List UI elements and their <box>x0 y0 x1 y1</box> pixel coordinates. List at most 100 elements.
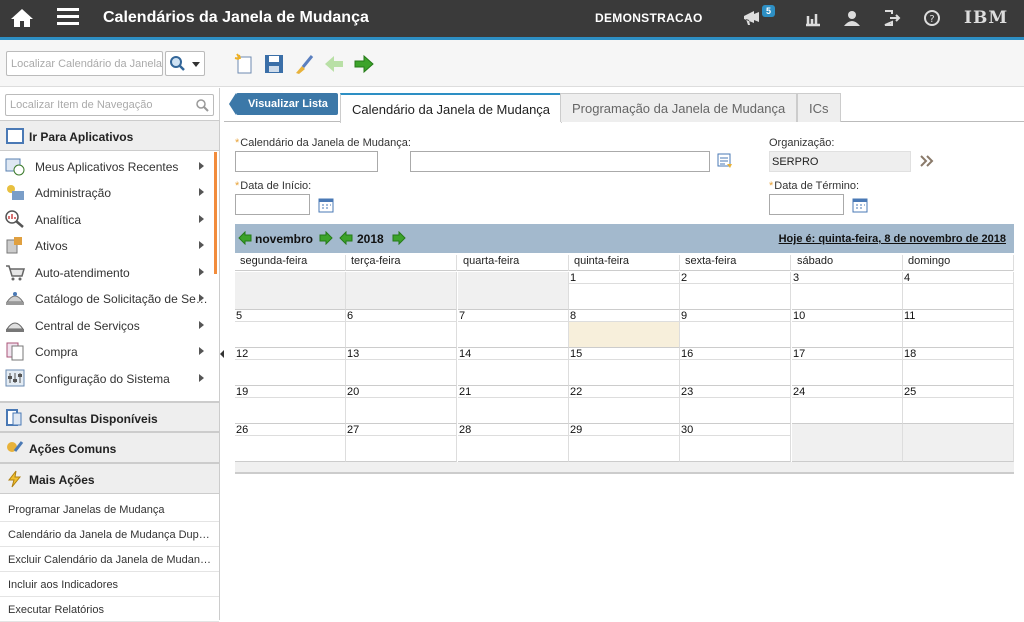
next-year-icon[interactable] <box>392 231 406 245</box>
calendar-icon[interactable] <box>318 197 334 213</box>
action-delete-calendar[interactable]: Excluir Calendário da Janela de Mudan… <box>0 547 219 572</box>
weekday-header: segunda-feira terça-feira quarta-feira quin… <box>235 254 1014 271</box>
announcements-icon[interactable] <box>742 8 762 28</box>
notification-badge[interactable]: 5 <box>762 5 776 17</box>
nav-item-administration[interactable]: Administração <box>0 179 212 205</box>
calendar-icon[interactable] <box>852 197 868 213</box>
tab-calendar[interactable]: Calendário da Janela de Mudança <box>340 93 563 123</box>
calendar-day-cell[interactable]: 26 <box>235 424 346 462</box>
calendar-day-cell[interactable]: 27 <box>346 424 457 462</box>
calendar-day-cell[interactable]: 6 <box>346 310 457 348</box>
calendar-day-cell[interactable]: 15 <box>569 348 680 386</box>
action-add-to-indicators[interactable]: Incluir aos Indicadores <box>0 572 219 597</box>
calendar-day-cell[interactable]: 1 <box>569 272 680 310</box>
calendar-day-cell[interactable]: 7 <box>458 310 569 348</box>
goto-apps-header[interactable]: Ir Para Aplicativos <box>0 120 219 151</box>
day-number: 22 <box>569 386 679 398</box>
find-calendar-input[interactable]: Localizar Calendário da Janela <box>6 51 163 76</box>
calendar-day-cell[interactable]: 21 <box>458 386 569 424</box>
available-queries-header[interactable]: Consultas Disponíveis <box>0 401 219 432</box>
tab-schedule[interactable]: Programação da Janela de Mudança <box>560 93 798 122</box>
chevron-right-icon <box>199 215 204 223</box>
nav-item-analytics[interactable]: Analítica <box>0 206 212 232</box>
day-number: 8 <box>569 310 679 322</box>
logout-icon[interactable] <box>882 8 902 28</box>
common-actions-header[interactable]: Ações Comuns <box>0 432 219 463</box>
calendar-day-cell[interactable]: 10 <box>792 310 903 348</box>
day-number: 27 <box>346 424 456 436</box>
long-description-icon[interactable] <box>716 152 734 170</box>
calendar-id-input[interactable] <box>235 151 378 172</box>
calendar-day-cell[interactable]: 24 <box>792 386 903 424</box>
new-record-icon[interactable] <box>233 53 255 75</box>
save-icon[interactable] <box>263 53 285 75</box>
view-list-button[interactable]: Visualizar Lista <box>229 93 338 115</box>
day-number: 16 <box>680 348 790 360</box>
user-name[interactable]: DEMONSTRACAO <box>595 11 703 25</box>
calendar-day-cell[interactable]: 30 <box>680 424 791 462</box>
chevron-down-icon[interactable] <box>192 62 200 67</box>
calendar-day-cell[interactable]: 20 <box>346 386 457 424</box>
lightning-icon <box>5 470 25 488</box>
calendar-day-cell[interactable]: 11 <box>903 310 1014 348</box>
required-icon: * <box>235 180 240 192</box>
start-date-input[interactable] <box>235 194 310 215</box>
sidebar-scrollbar[interactable] <box>214 152 217 274</box>
nav-item-catalog[interactable]: Catálogo de Solicitação de Se… <box>0 285 212 311</box>
next-month-icon[interactable] <box>319 231 333 245</box>
menu-icon[interactable] <box>57 8 79 26</box>
required-icon: * <box>769 180 774 192</box>
calendar-day-cell[interactable]: 18 <box>903 348 1014 386</box>
clear-changes-icon[interactable] <box>293 53 315 75</box>
calendar-day-cell[interactable]: 9 <box>680 310 791 348</box>
chevron-right-icon <box>199 268 204 276</box>
end-date-input[interactable] <box>769 194 844 215</box>
main-content: Visualizar Lista Calendário da Janela de… <box>224 88 1024 620</box>
nav-item-recent-apps[interactable]: Meus Aplicativos Recentes <box>0 153 212 179</box>
calendar-day-cell[interactable]: 12 <box>235 348 346 386</box>
calendar-day-cell[interactable]: 2 <box>680 272 791 310</box>
action-schedule-windows[interactable]: Programar Janelas de Mudança <box>0 497 219 522</box>
profile-icon[interactable] <box>842 8 862 28</box>
calendar-day-cell[interactable]: 13 <box>346 348 457 386</box>
nav-item-label: Compra <box>35 345 78 359</box>
nav-item-system-config[interactable]: Configuração do Sistema <box>0 365 212 391</box>
nav-item-purchase[interactable]: Compra <box>0 338 212 364</box>
action-duplicate-calendar[interactable]: Calendário da Janela de Mudança Dup… <box>0 522 219 547</box>
calendar-day-cell[interactable]: 23 <box>680 386 791 424</box>
nav-item-assets[interactable]: Ativos <box>0 232 212 258</box>
chevron-right-icon <box>199 294 204 302</box>
calendar-day-cell[interactable]: 19 <box>235 386 346 424</box>
help-icon[interactable]: ? <box>922 8 942 28</box>
nav-search-input[interactable]: Localizar Item de Navegação <box>5 94 214 116</box>
calendar-day-cell[interactable]: 29 <box>569 424 680 462</box>
calendar-day-cell[interactable]: 14 <box>458 348 569 386</box>
calendar-empty-cell <box>792 424 903 462</box>
more-actions-header[interactable]: Mais Ações <box>0 463 219 494</box>
calendar-day-cell[interactable]: 17 <box>792 348 903 386</box>
nav-item-self-service[interactable]: Auto-atendimento <box>0 259 212 285</box>
tab-cis[interactable]: ICs <box>797 93 841 122</box>
calendar-day-cell[interactable]: 16 <box>680 348 791 386</box>
previous-record-icon[interactable] <box>323 53 345 75</box>
find-calendar-button[interactable] <box>165 51 205 76</box>
search-icon[interactable] <box>195 98 209 112</box>
calendar-day-cell[interactable]: 4 <box>903 272 1014 310</box>
today-link[interactable]: Hoje é: quinta-feira, 8 de novembro de 2… <box>779 233 1006 245</box>
day-number: 14 <box>458 348 568 360</box>
prev-year-icon[interactable] <box>339 231 353 245</box>
calendar-description-input[interactable] <box>410 151 710 172</box>
next-record-icon[interactable] <box>353 53 375 75</box>
detail-menu-icon[interactable] <box>920 155 934 167</box>
reports-icon[interactable] <box>803 8 823 28</box>
calendar-day-cell[interactable]: 3 <box>792 272 903 310</box>
calendar-day-cell[interactable]: 5 <box>235 310 346 348</box>
calendar-day-cell[interactable]: 28 <box>458 424 569 462</box>
nav-item-service-desk[interactable]: Central de Serviços <box>0 312 212 338</box>
home-icon[interactable] <box>10 8 34 28</box>
calendar-day-cell[interactable]: 22 <box>569 386 680 424</box>
prev-month-icon[interactable] <box>238 231 252 245</box>
calendar-day-cell[interactable]: 8 <box>569 310 680 348</box>
calendar-day-cell[interactable]: 25 <box>903 386 1014 424</box>
action-run-reports[interactable]: Executar Relatórios <box>0 597 219 622</box>
